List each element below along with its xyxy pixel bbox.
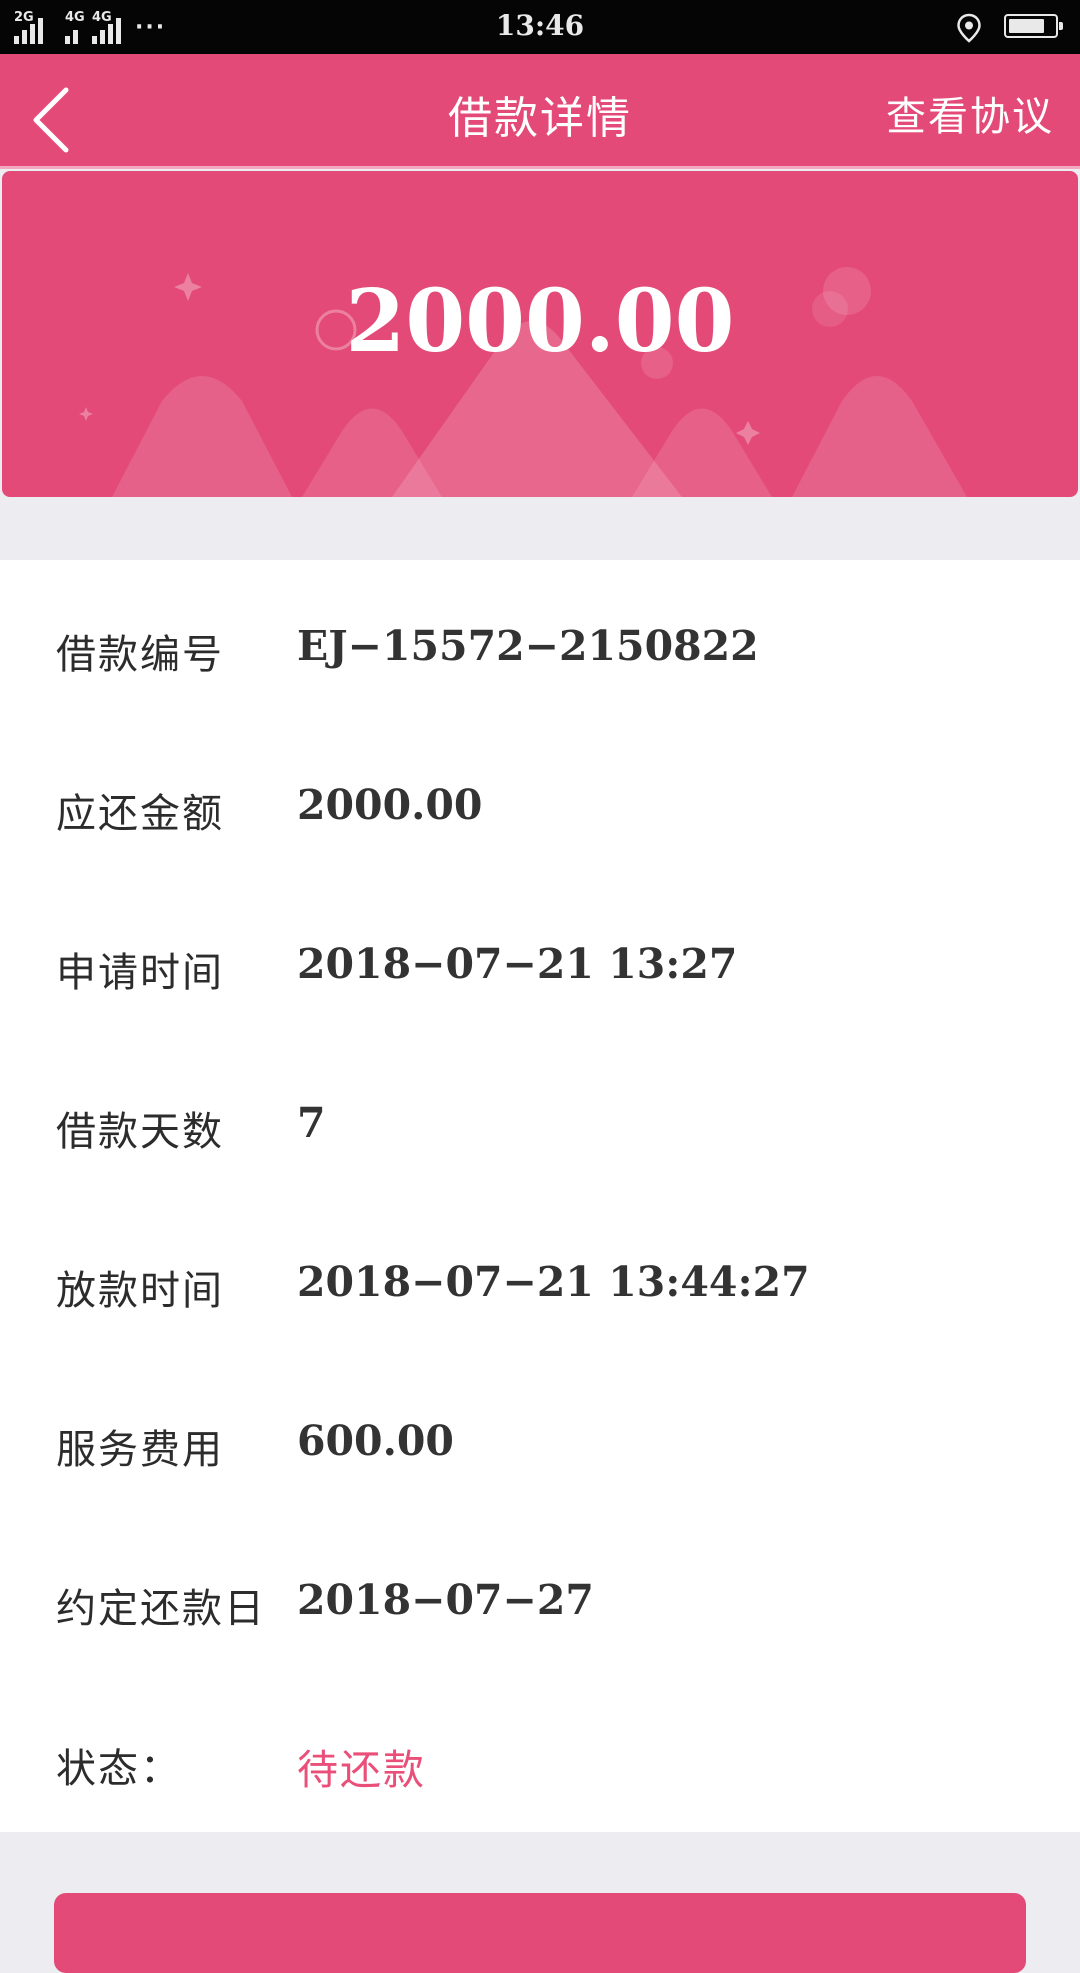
detail-row-loan-number: 借款编号 EJ−15572−2150822 <box>0 614 1080 684</box>
nav-bar: 借款详情 查看协议 <box>0 54 1080 166</box>
battery-level <box>1009 19 1044 33</box>
detail-value: 600.00 <box>297 1417 454 1465</box>
nav-divider <box>0 166 1080 169</box>
detail-row-service-fee: 服务费用 600.00 <box>0 1409 1080 1479</box>
detail-label: 借款编号 <box>56 632 224 678</box>
loan-amount: 2000.00 <box>345 271 735 372</box>
loan-amount-banner: 2000.00 <box>2 171 1078 497</box>
detail-row-apply-time: 申请时间 2018−07−21 13:27 <box>0 932 1080 1002</box>
battery-icon <box>1004 14 1063 38</box>
detail-row-status: 状态： 待还款 <box>0 1728 1080 1798</box>
clock: 13:46 <box>495 9 585 42</box>
status-badge: 待还款 <box>297 1746 426 1794</box>
detail-row-due-date: 约定还款日 2018−07−27 <box>0 1568 1080 1638</box>
detail-value: 2018−07−21 13:44:27 <box>297 1258 810 1306</box>
detail-label: 服务费用 <box>56 1427 224 1473</box>
detail-value: 2000.00 <box>297 781 483 829</box>
detail-row-loan-days: 借款天数 7 <box>0 1091 1080 1161</box>
detail-value: 2018−07−27 <box>297 1576 594 1624</box>
detail-label: 应还金额 <box>56 791 224 837</box>
detail-value: 2018−07−21 13:27 <box>297 940 738 988</box>
detail-label: 申请时间 <box>56 950 224 996</box>
location-pin-icon <box>957 13 981 43</box>
detail-row-repay-amount: 应还金额 2000.00 <box>0 773 1080 843</box>
view-agreement-link[interactable]: 查看协议 <box>886 84 1054 142</box>
status-bar: 2G 4G 4G ··· 13:46 <box>0 0 1080 54</box>
repay-button[interactable] <box>54 1893 1026 1973</box>
detail-row-disburse-time: 放款时间 2018−07−21 13:44:27 <box>0 1250 1080 1320</box>
detail-value: EJ−15572−2150822 <box>297 622 759 670</box>
detail-value: 7 <box>297 1099 326 1147</box>
detail-label: 放款时间 <box>56 1268 224 1314</box>
detail-label: 约定还款日 <box>56 1586 266 1632</box>
loan-details-list: 借款编号 EJ−15572−2150822 应还金额 2000.00 申请时间 … <box>0 560 1080 1832</box>
detail-label: 借款天数 <box>56 1109 224 1155</box>
detail-label: 状态： <box>56 1746 182 1792</box>
